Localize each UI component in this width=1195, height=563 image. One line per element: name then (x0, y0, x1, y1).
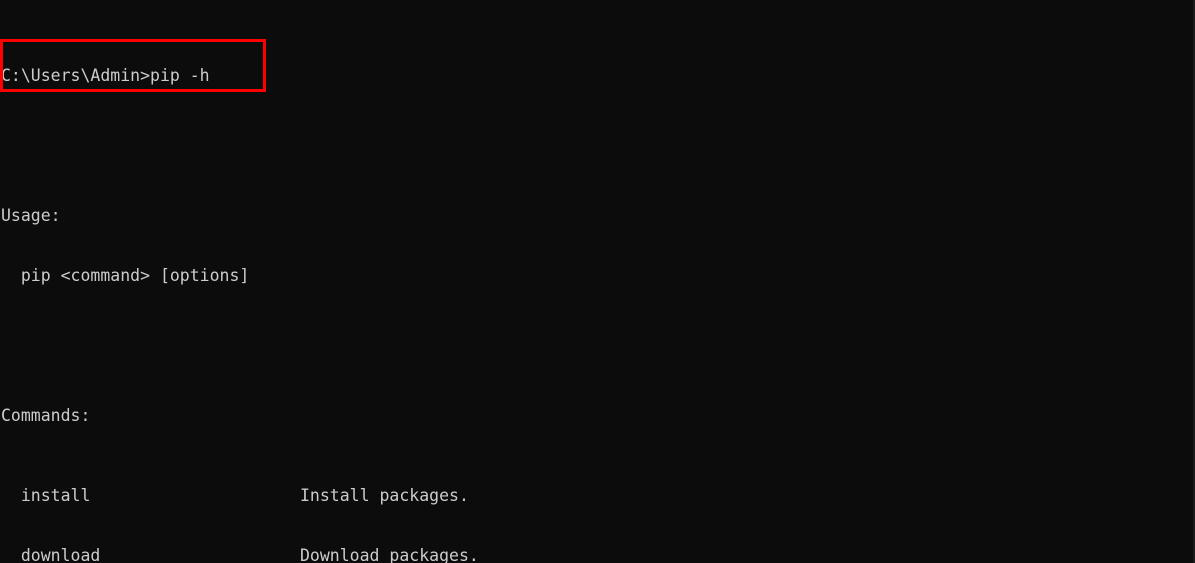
usage-syntax-line: pip <command> [options] (1, 266, 250, 285)
prompt-line: C:\Users\Admin>pip -h (1, 66, 210, 85)
command-row-download: download Download packages. (1, 546, 1195, 563)
command-prompt-window[interactable]: C:\Users\Admin>pip -h Usage: pip <comman… (0, 0, 1195, 563)
command-name: install (1, 486, 91, 505)
command-description: Download packages. (300, 546, 479, 563)
command-description: Install packages. (300, 486, 469, 505)
command-row-install: install Install packages. (1, 486, 1195, 506)
commands-header: Commands: (1, 406, 91, 425)
usage-header: Usage: (1, 206, 61, 225)
terminal-output: C:\Users\Admin>pip -h Usage: pip <comman… (1, 6, 1195, 563)
command-name: download (1, 546, 101, 563)
